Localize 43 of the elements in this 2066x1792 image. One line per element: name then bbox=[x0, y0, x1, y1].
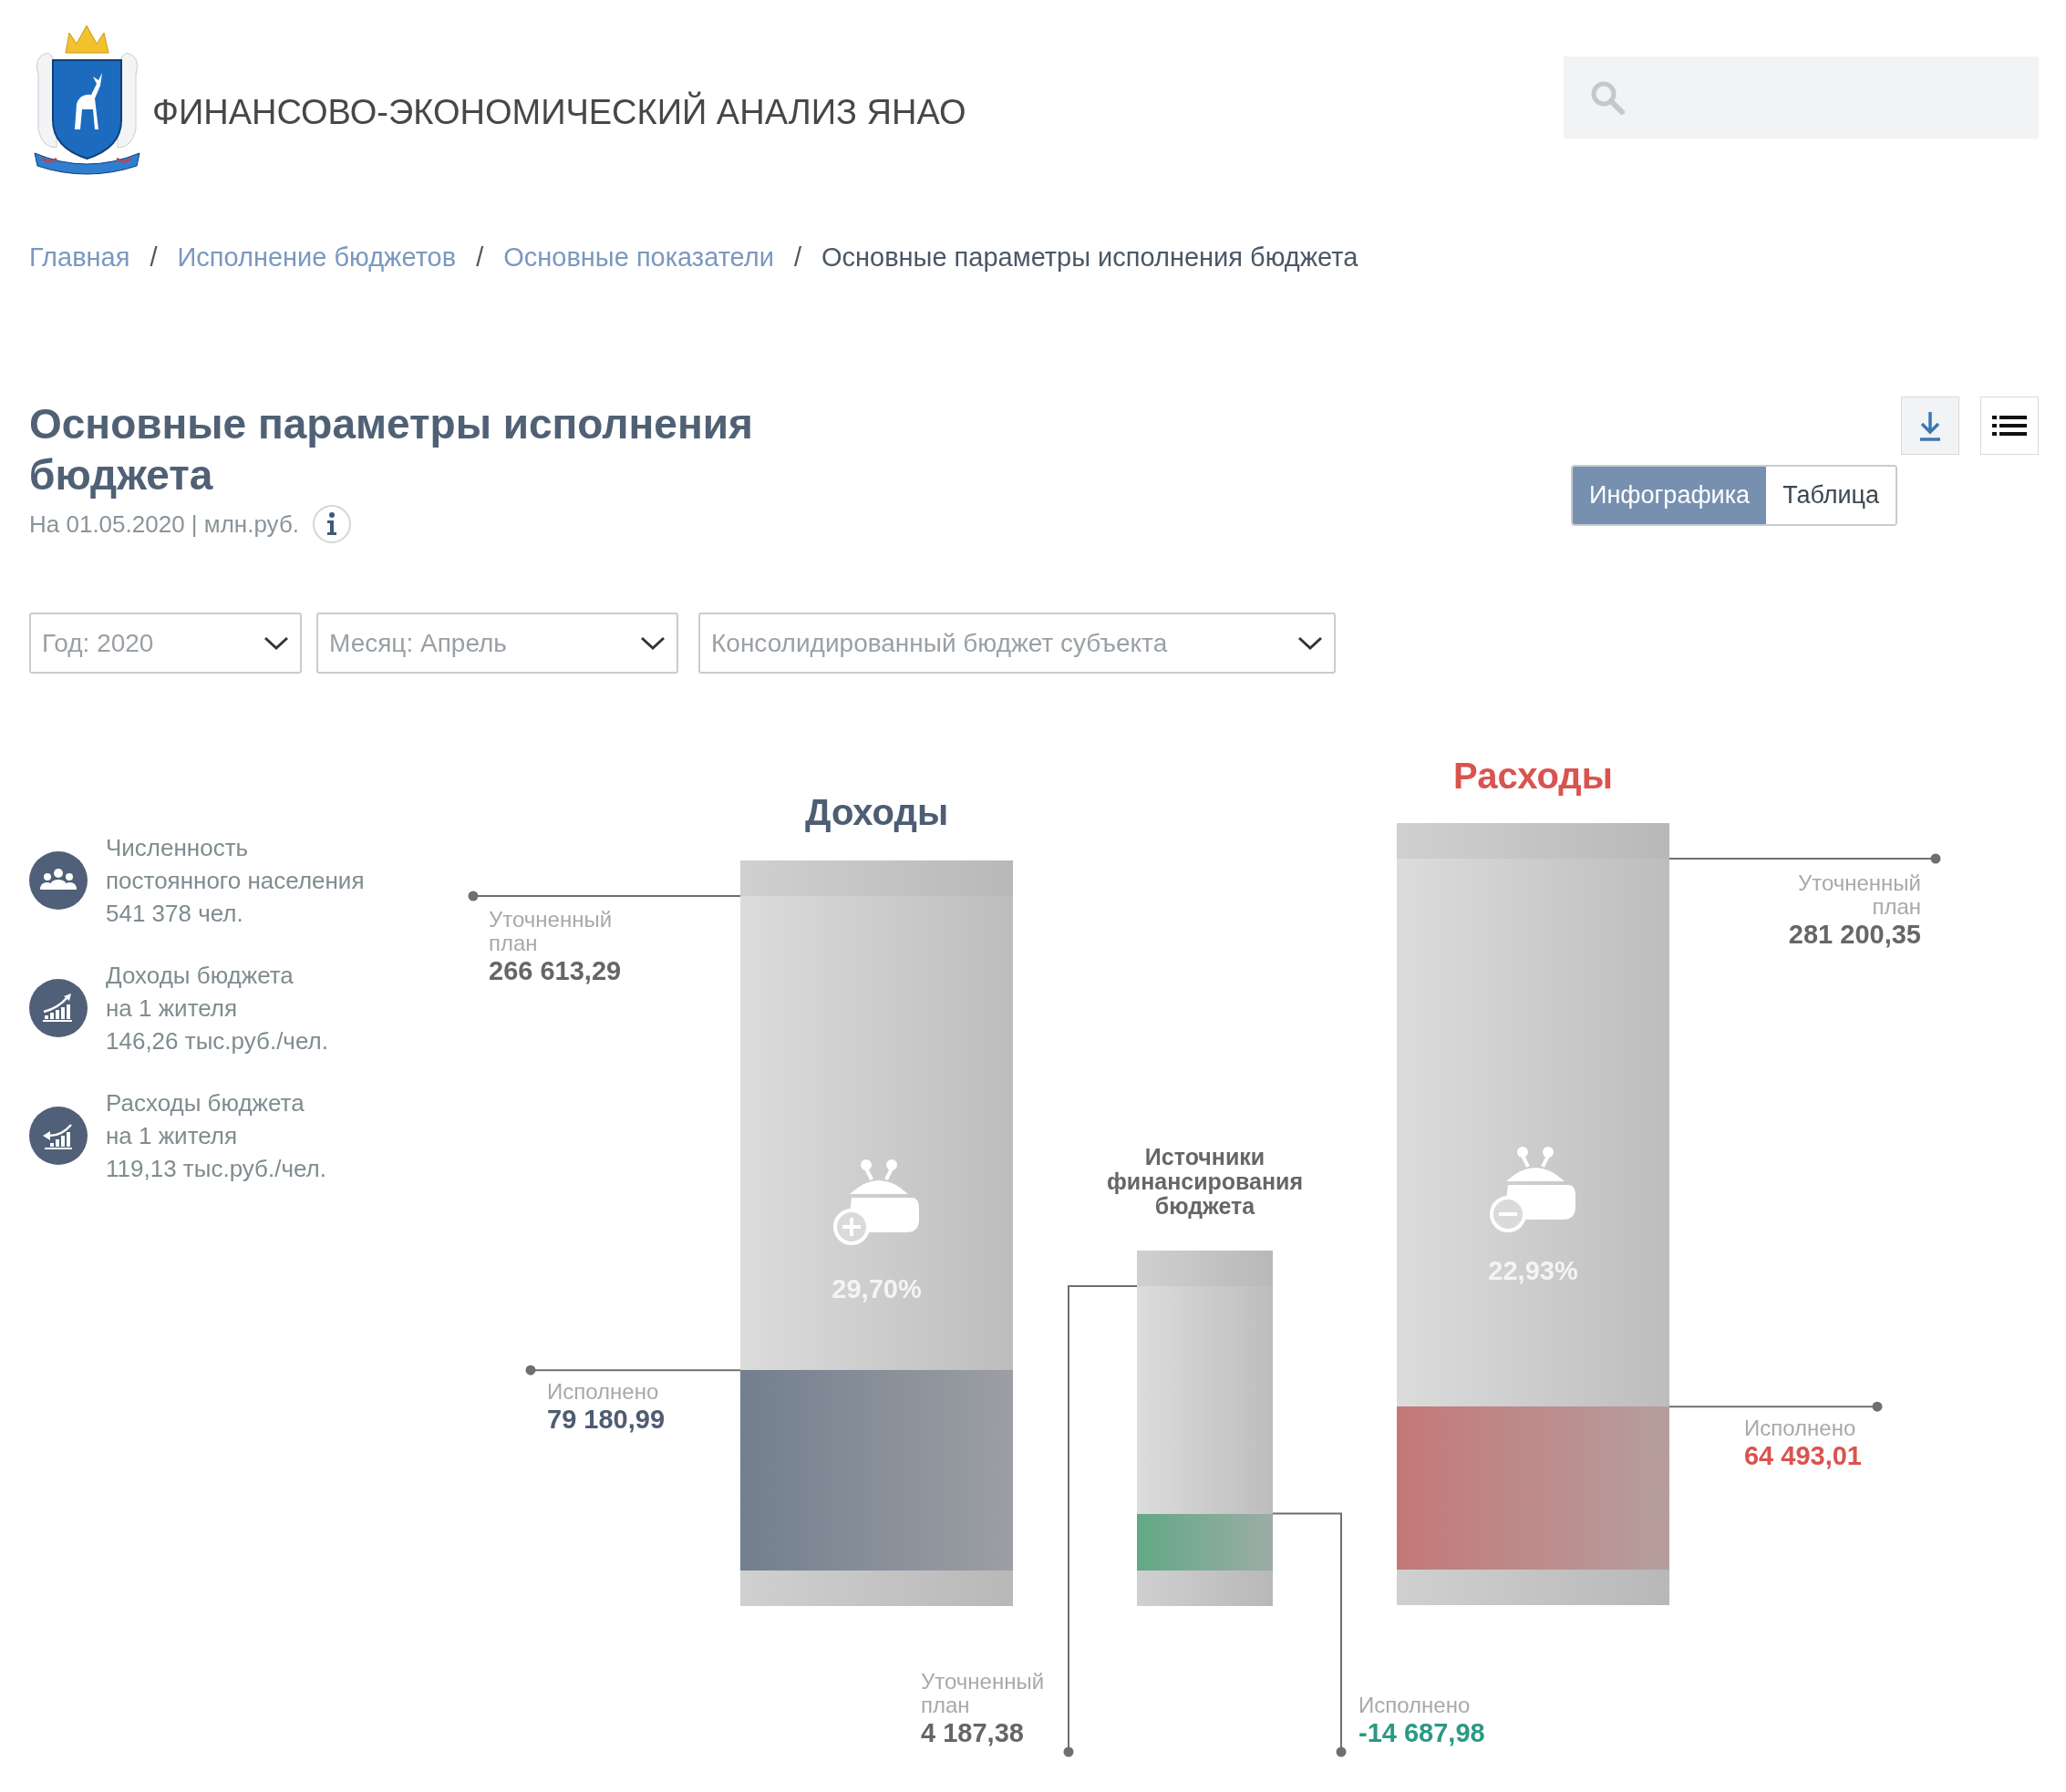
plan-value: 4 187,38 bbox=[921, 1717, 1025, 1748]
column-title: Расходы bbox=[1452, 755, 1614, 797]
view-tab[interactable]: Инфографика bbox=[1572, 467, 1767, 524]
column-title: Доходы bbox=[803, 791, 950, 833]
column-title: Источники финансирования бюджета bbox=[1105, 1145, 1305, 1219]
plan-label: Уточненный план bbox=[1797, 871, 1921, 919]
search-icon bbox=[1589, 79, 1626, 116]
page-title: Основные параметры исполнения бюджета bbox=[29, 399, 754, 500]
breadcrumb-link[interactable]: Главная bbox=[29, 240, 130, 274]
plan-label: Уточненный план bbox=[921, 1670, 1045, 1717]
stat-text: Численность постоянного населения 541 378 чел. bbox=[106, 833, 365, 929]
plan-value: 281 200,35 bbox=[1788, 919, 1921, 950]
breadcrumb-separator: / bbox=[476, 242, 484, 273]
filter-dropdown[interactable]: Год: 2020 bbox=[29, 613, 302, 674]
filter-dropdown[interactable]: Месяц: Апрель bbox=[316, 613, 678, 674]
chevron-icon bbox=[263, 635, 289, 651]
stat-text: Доходы бюджета на 1 жителя 146,26 тыс.руб./чел. bbox=[106, 961, 328, 1056]
info-icon[interactable] bbox=[312, 504, 352, 544]
breadcrumb-link[interactable]: Основные показатели bbox=[503, 240, 774, 274]
chevron-icon bbox=[1297, 635, 1323, 651]
breadcrumb-separator: / bbox=[150, 242, 158, 273]
plan-value: 266 613,29 bbox=[489, 955, 622, 986]
list-icon bbox=[1992, 415, 2027, 437]
breadcrumb-separator: / bbox=[793, 242, 801, 273]
executed-value: 79 180,99 bbox=[547, 1404, 665, 1435]
menu-button[interactable] bbox=[1980, 397, 2039, 455]
filter-dropdown[interactable]: Консолидированный бюджет субъекта bbox=[698, 613, 1336, 674]
breadcrumb-current: Основные параметры исполнения бюджета bbox=[821, 242, 1358, 273]
chevron-icon bbox=[640, 635, 666, 651]
executed-value: -14 687,98 bbox=[1358, 1717, 1485, 1748]
page-subtitle: На 01.05.2020 | млн.руб. bbox=[29, 510, 299, 539]
site-title: ФИНАНСОВО-ЭКОНОМИЧЕСКИЙ АНАЛИЗ ЯНАО bbox=[152, 92, 966, 132]
download-button[interactable] bbox=[1901, 397, 1959, 455]
stat-text: Расходы бюджета на 1 жителя 119,13 тыс.руб./чел. bbox=[106, 1088, 326, 1184]
plan-label: Уточненный план bbox=[489, 908, 613, 955]
executed-label: Исполнено bbox=[1358, 1694, 1471, 1717]
growth-chart-icon bbox=[29, 979, 88, 1037]
search-field[interactable] bbox=[1564, 57, 2039, 139]
executed-label: Исполнено bbox=[547, 1380, 659, 1404]
executed-value: 64 493,01 bbox=[1744, 1440, 1862, 1471]
executed-label: Исполнено bbox=[1744, 1416, 1856, 1440]
breadcrumb-link[interactable]: Исполнение бюджетов bbox=[177, 240, 457, 274]
people-icon bbox=[29, 851, 88, 910]
